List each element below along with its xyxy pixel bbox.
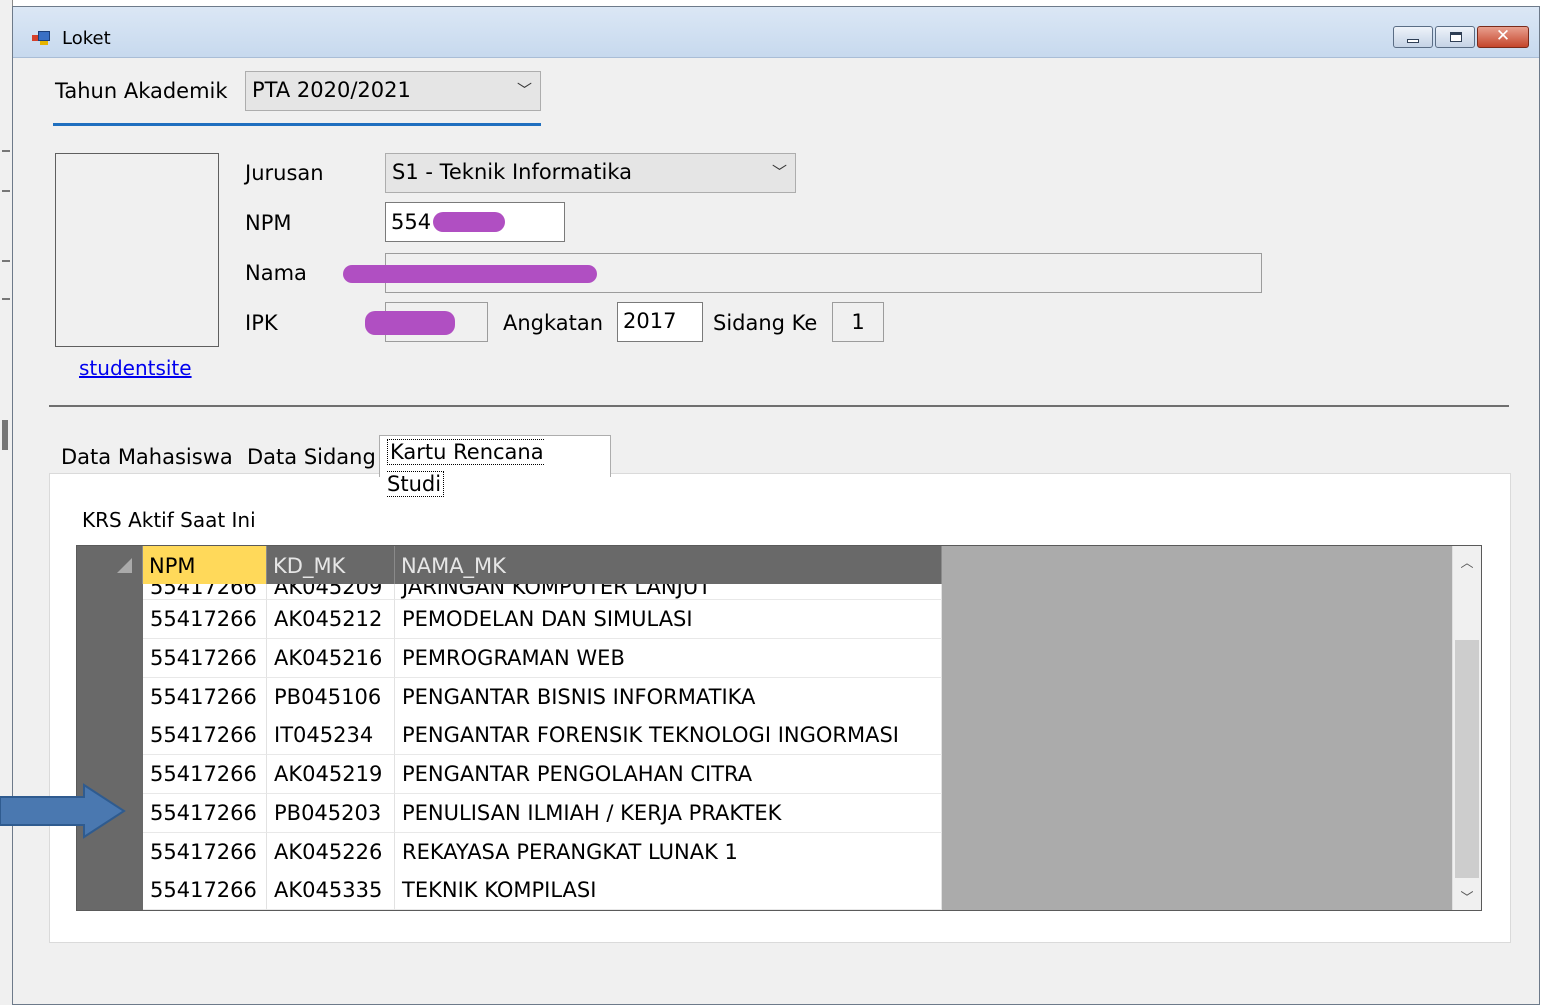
table-cell[interactable]: 55417266 bbox=[143, 678, 267, 717]
table-cell[interactable]: 55417266 bbox=[143, 639, 267, 678]
minimize-button[interactable] bbox=[1393, 26, 1433, 48]
table-cell[interactable]: PENGANTAR PENGOLAHAN CITRA bbox=[395, 755, 942, 794]
table-cell[interactable]: PENGANTAR BISNIS INFORMATIKA bbox=[395, 678, 942, 717]
ipk-redaction bbox=[365, 311, 455, 335]
annotation-arrow-icon bbox=[0, 783, 126, 839]
maximize-button[interactable] bbox=[1435, 26, 1475, 48]
tahun-akademik-value: PTA 2020/2021 bbox=[252, 78, 411, 102]
ipk-label: IPK bbox=[245, 311, 278, 335]
table-cell[interactable]: TEKNIK KOMPILASI bbox=[395, 871, 942, 910]
vertical-scrollbar[interactable]: ︿ ﹀ bbox=[1452, 546, 1481, 910]
student-photo bbox=[55, 153, 219, 347]
table-cell[interactable]: IT045234 bbox=[267, 716, 395, 755]
row-header[interactable] bbox=[77, 600, 143, 639]
column-header-kd-mk[interactable]: KD_MK bbox=[267, 546, 395, 584]
scroll-thumb[interactable] bbox=[1455, 640, 1479, 878]
table-cell[interactable]: 55417266 bbox=[143, 871, 267, 910]
table-cell[interactable]: PB045106 bbox=[267, 678, 395, 717]
jurusan-label: Jurusan bbox=[245, 161, 324, 185]
background-mark bbox=[2, 298, 10, 300]
nama-redaction bbox=[343, 265, 597, 283]
column-header-npm[interactable]: NPM bbox=[143, 546, 267, 584]
background-mark bbox=[2, 420, 8, 450]
table-cell[interactable]: 55417266 bbox=[143, 833, 267, 872]
table-cell[interactable]: 55417266 bbox=[143, 794, 267, 833]
tab-data-mahasiswa[interactable]: Data Mahasiswa bbox=[54, 441, 240, 475]
background-mark bbox=[2, 260, 10, 262]
table-cell[interactable]: REKAYASA PERANGKAT LUNAK 1 bbox=[395, 833, 942, 872]
sidang-ke-field[interactable]: 1 bbox=[832, 302, 884, 342]
scroll-down-icon[interactable]: ﹀ bbox=[1453, 887, 1481, 906]
tahun-akademik-select[interactable]: PTA 2020/2021 ﹀ bbox=[245, 71, 541, 111]
window-title: Loket bbox=[62, 28, 111, 49]
studentsite-link[interactable]: studentsite bbox=[79, 356, 192, 380]
tab-data-sidang[interactable]: Data Sidang bbox=[240, 441, 383, 475]
row-header[interactable] bbox=[77, 584, 143, 600]
grid-corner[interactable] bbox=[77, 546, 143, 584]
table-cell[interactable]: 55417266 bbox=[143, 755, 267, 794]
jurusan-value: S1 - Teknik Informatika bbox=[392, 160, 633, 184]
npm-label: NPM bbox=[245, 211, 292, 235]
scroll-up-icon[interactable]: ︿ bbox=[1453, 552, 1481, 571]
table-cell[interactable]: PENGANTAR FORENSIK TEKNOLOGI INGORMASI bbox=[395, 716, 942, 755]
annotation-arrow-shape bbox=[0, 783, 126, 839]
tahun-underline bbox=[53, 123, 541, 126]
maximize-icon bbox=[1450, 32, 1462, 42]
table-cell[interactable]: 55417266 bbox=[143, 600, 267, 639]
jurusan-select[interactable]: S1 - Teknik Informatika ﹀ bbox=[385, 153, 796, 193]
tahun-akademik-label: Tahun Akademik bbox=[55, 79, 228, 103]
table-cell[interactable]: PEMODELAN DAN SIMULASI bbox=[395, 600, 942, 639]
table-cell[interactable]: AK045216 bbox=[267, 639, 395, 678]
table-cell[interactable]: AK045335 bbox=[267, 871, 395, 910]
window-controls: ✕ bbox=[1391, 26, 1529, 50]
angkatan-field[interactable]: 2017 bbox=[617, 302, 703, 342]
column-header-nama-mk[interactable]: NAMA_MK bbox=[395, 546, 942, 584]
chevron-down-icon: ﹀ bbox=[771, 163, 787, 181]
sidang-ke-value: 1 bbox=[851, 310, 865, 334]
table-cell[interactable]: PEMROGRAMAN WEB bbox=[395, 639, 942, 678]
table-cell[interactable]: PENULISAN ILMIAH / KERJA PRAKTEK bbox=[395, 794, 942, 833]
sidang-ke-label: Sidang Ke bbox=[713, 311, 818, 335]
tab-label: Data Sidang bbox=[247, 445, 376, 469]
table-cell[interactable]: AK045226 bbox=[267, 833, 395, 872]
row-header[interactable] bbox=[77, 678, 143, 717]
table-cell[interactable]: PB045203 bbox=[267, 794, 395, 833]
tab-label: Data Mahasiswa bbox=[61, 445, 233, 469]
close-icon: ✕ bbox=[1495, 26, 1511, 46]
background-mark bbox=[2, 190, 10, 192]
krs-caption: KRS Aktif Saat Ini bbox=[82, 508, 256, 532]
row-header[interactable] bbox=[77, 716, 143, 755]
table-cell[interactable]: AK045212 bbox=[267, 600, 395, 639]
table-cell[interactable]: 55417266 bbox=[143, 716, 267, 755]
npm-value: 554 bbox=[391, 210, 432, 234]
title-bar[interactable]: Loket ✕ bbox=[13, 7, 1539, 58]
angkatan-value: 2017 bbox=[623, 309, 677, 333]
background-mark bbox=[2, 150, 10, 152]
angkatan-label: Angkatan bbox=[503, 311, 604, 335]
row-header[interactable] bbox=[77, 639, 143, 678]
row-header[interactable] bbox=[77, 871, 143, 910]
loket-window: Loket ✕ Tahun Akademik PTA 2020/2021 ﹀ s… bbox=[12, 6, 1540, 1005]
tab-kartu-rencana-studi[interactable]: Kartu Rencana Studi bbox=[379, 435, 611, 497]
close-button[interactable]: ✕ bbox=[1477, 26, 1529, 48]
krs-grid: NPM KD_MK NAMA_MK 55417266 AK045209 JARI… bbox=[76, 545, 1482, 911]
minimize-icon bbox=[1407, 39, 1419, 43]
npm-redaction bbox=[433, 212, 505, 232]
section-divider bbox=[49, 405, 1509, 407]
nama-label: Nama bbox=[245, 261, 307, 285]
chevron-down-icon: ﹀ bbox=[516, 81, 532, 99]
app-icon bbox=[32, 31, 50, 45]
table-cell[interactable]: AK045219 bbox=[267, 755, 395, 794]
select-all-icon bbox=[117, 558, 132, 573]
